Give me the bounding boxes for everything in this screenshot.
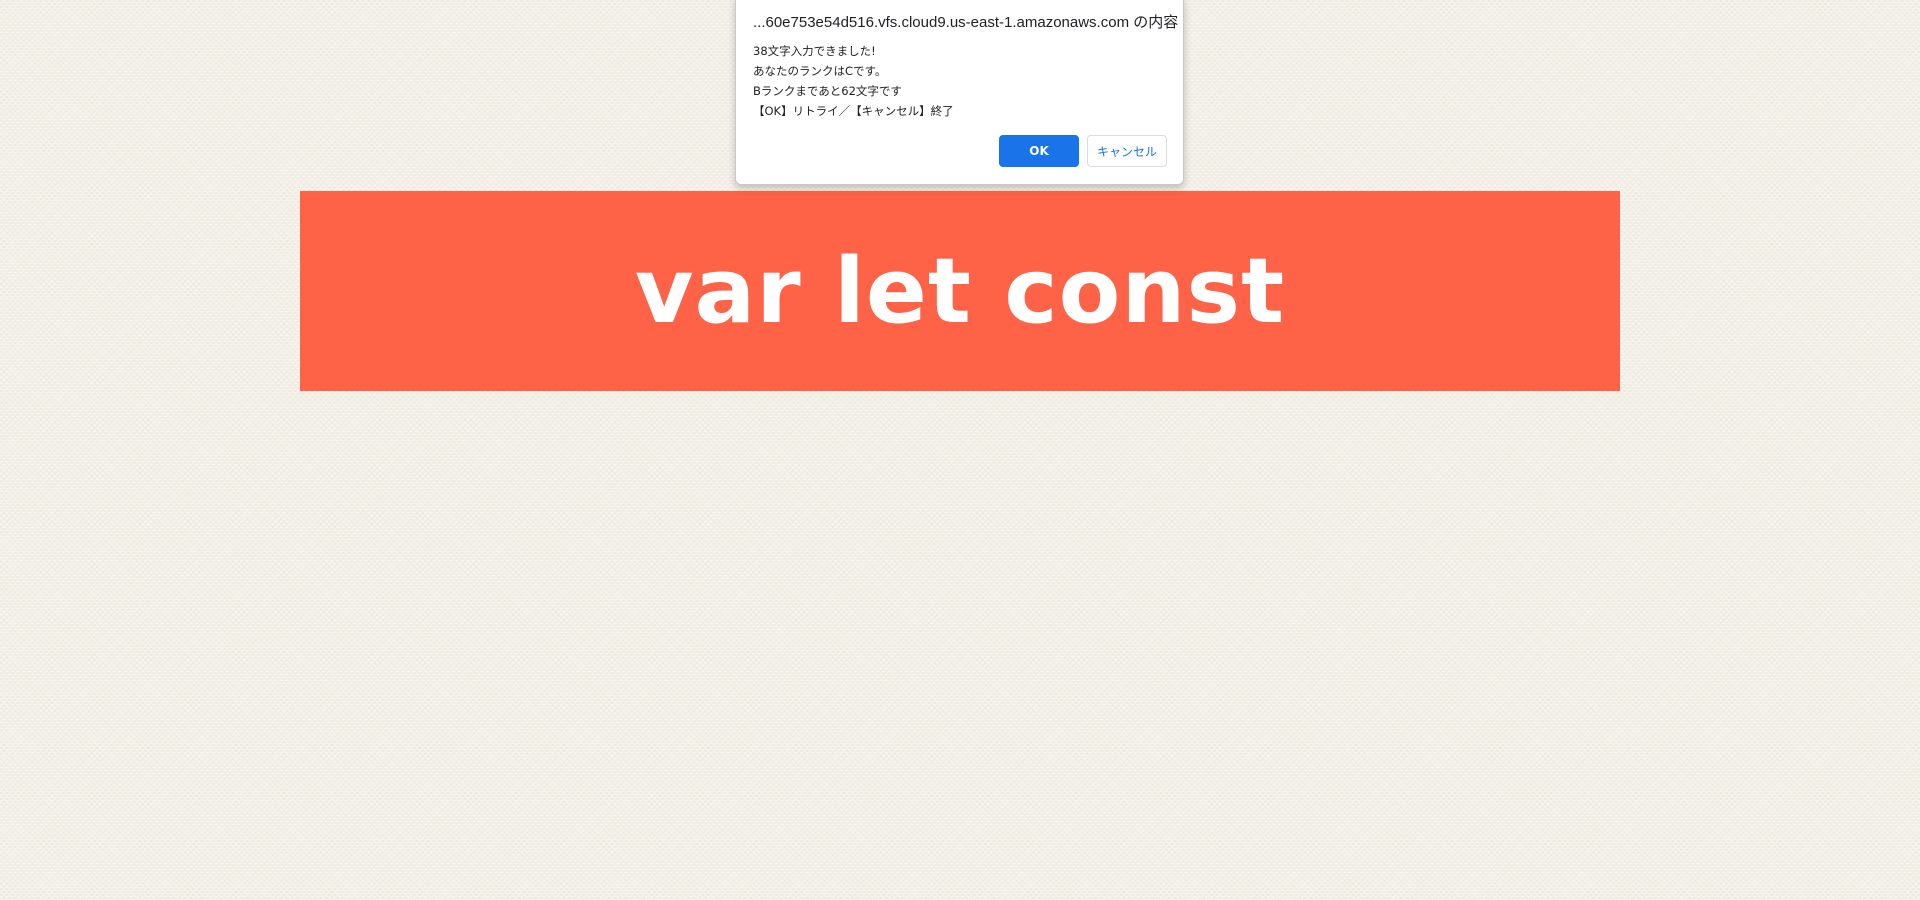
ok-button[interactable]: OK [999,135,1079,167]
alert-message-line: Bランクまであと62文字です [753,84,902,98]
alert-origin: ...60e753e54d516.vfs.cloud9.us-east-1.am… [753,14,1179,31]
alert-message-line: 38文字入力できました! [753,44,876,58]
alert-dialog: ...60e753e54d516.vfs.cloud9.us-east-1.am… [735,0,1184,185]
alert-message: 38文字入力できました! あなたのランクはCです。 Bランクまであと62文字です… [753,41,954,121]
word-banner: var let const [300,191,1620,391]
alert-button-row: OK キャンセル [999,135,1167,167]
cancel-button[interactable]: キャンセル [1087,135,1167,167]
current-word: var let const [634,238,1286,344]
alert-message-line: 【OK】リトライ／【キャンセル】終了 [753,104,954,118]
alert-message-line: あなたのランクはCです。 [753,64,887,78]
